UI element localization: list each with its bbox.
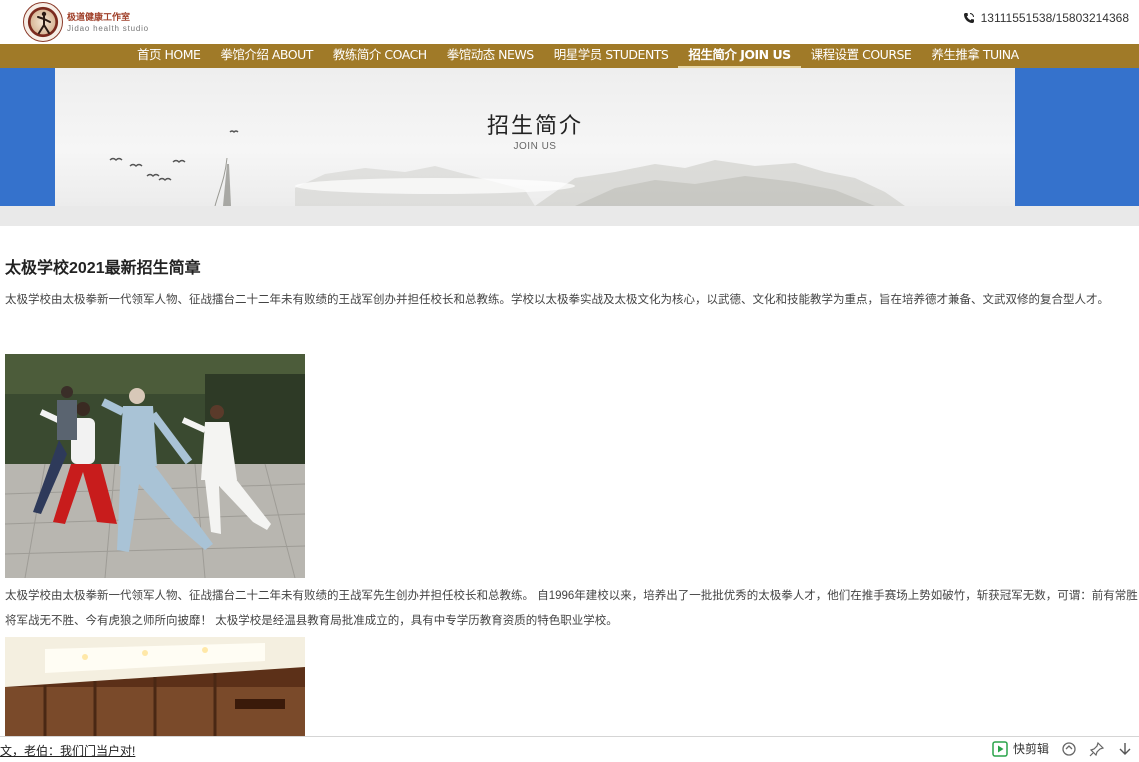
banner-title: 招生简介 (486, 114, 583, 139)
clip-play-icon (992, 740, 1008, 757)
nav-item-tuina[interactable]: 养生推拿 TUINA (921, 44, 1028, 68)
pin-icon[interactable] (1089, 741, 1105, 757)
main-nav: 首页 HOME 拳馆介绍 ABOUT 教练简介 COACH 拳馆动态 NEWS … (0, 44, 1139, 68)
quick-clip-button[interactable]: 快剪辑 (992, 740, 1049, 757)
nav-item-coach[interactable]: 教练简介 COACH (323, 44, 437, 68)
nav-item-home[interactable]: 首页 HOME (127, 44, 210, 68)
banner-image: 招生简介 JOIN US (55, 68, 1015, 206)
status-link-text[interactable]: 文，老伯：我们门当户对! (0, 742, 135, 759)
refresh-icon[interactable] (1061, 741, 1077, 757)
logo-title-en: Jidao health studio (67, 24, 149, 33)
nav-item-about[interactable]: 拳馆介绍 ABOUT (210, 44, 323, 68)
status-tools: 快剪辑 (992, 740, 1133, 757)
nav-list: 首页 HOME 拳馆介绍 ABOUT 教练简介 COACH 拳馆动态 NEWS … (127, 44, 1029, 68)
page-banner: 招生简介 JOIN US (0, 68, 1139, 226)
contact-phone: 13111551538/15803214368 (963, 11, 1129, 25)
phone-icon (963, 13, 974, 23)
browser-status-bar: 文，老伯：我们门当户对! 快剪辑 (0, 736, 1139, 762)
quick-clip-label: 快剪辑 (1012, 742, 1049, 756)
banner-subtitle: JOIN US (513, 141, 557, 152)
site-header: 极道健康工作室 Jidao health studio 13111551538/… (0, 0, 1139, 44)
taichi-figure-icon (37, 11, 51, 34)
nav-item-students[interactable]: 明星学员 STUDENTS (544, 44, 679, 68)
banner-side-left (0, 68, 55, 206)
taichi-practice-photo (5, 354, 305, 578)
download-arrow-icon[interactable] (1117, 741, 1133, 757)
article-title: 太极学校2021最新招生简章 (5, 260, 201, 277)
article-paragraph-history: 太极学校由太极拳新一代领军人物、征战擂台二十二年未有败绩的王战军先生创办并担任校… (5, 590, 1138, 627)
logo-title-cn: 极道健康工作室 (67, 13, 131, 23)
banner-side-right (1015, 68, 1139, 206)
nav-item-join-us[interactable]: 招生简介 JOIN US (678, 44, 801, 68)
logo-emblem[interactable] (23, 2, 63, 42)
nav-item-news[interactable]: 拳馆动态 NEWS (437, 44, 544, 68)
banquet-hall-photo (5, 637, 305, 737)
phone-number[interactable]: 13111551538/15803214368 (981, 11, 1129, 25)
article-paragraph-intro: 太极学校由太极拳新一代领军人物、征战擂台二十二年未有败绩的王战军创办并担任校长和… (5, 294, 1109, 306)
nav-item-course[interactable]: 课程设置 COURSE (801, 44, 922, 68)
